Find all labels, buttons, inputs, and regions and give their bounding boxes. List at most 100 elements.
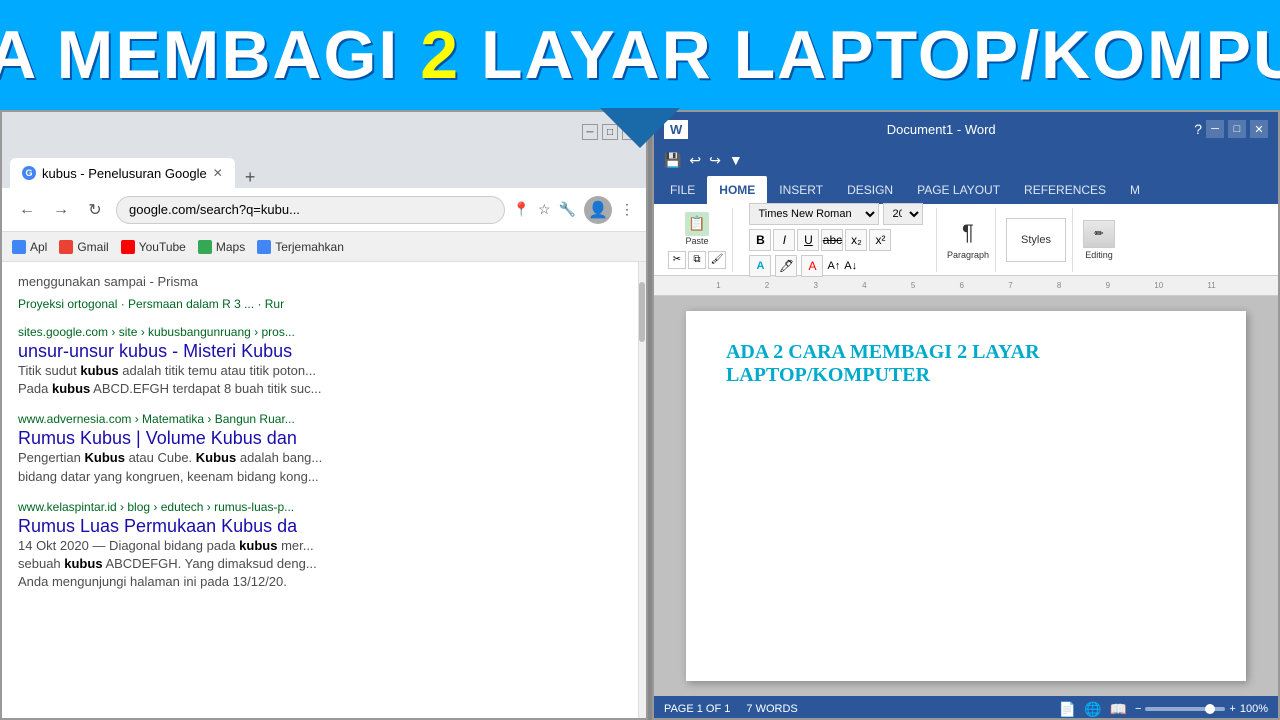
- paste-icon: 📋: [685, 212, 709, 236]
- highlight-button[interactable]: 🖊: [775, 255, 797, 277]
- tab-more[interactable]: M: [1118, 176, 1152, 204]
- bookmark-gmail[interactable]: Gmail: [59, 240, 108, 254]
- result-snippet-3: Pengertian Kubus atau Cube. Kubus adalah…: [18, 449, 630, 485]
- zoom-level-label: 100%: [1240, 703, 1268, 715]
- result-breadcrumb-1: Proyeksi ortogonal · Persmaan dalam R 3 …: [18, 297, 630, 311]
- word-page: ADA 2 CARA MEMBAGI 2 LAYAR LAPTOP/KOMPUT…: [686, 311, 1246, 681]
- bold-button[interactable]: B: [749, 229, 771, 251]
- bookmark-icon[interactable]: ☆: [538, 201, 551, 218]
- tab-references[interactable]: REFERENCES: [1012, 176, 1118, 204]
- page-count-label: PAGE 1 OF 1: [664, 703, 730, 715]
- font-name-select[interactable]: Times New Roman: [749, 203, 879, 225]
- word-restore-button[interactable]: □: [1228, 120, 1246, 138]
- word-save-icon[interactable]: 💾: [664, 152, 681, 169]
- result-title-2[interactable]: unsur-unsur kubus - Misteri Kubus: [18, 341, 292, 361]
- main-content: ─ □ ✕ G kubus - Penelusuran Google ✕ + ←…: [0, 110, 1280, 720]
- read-mode-button[interactable]: 📖: [1110, 701, 1127, 718]
- chrome-tab-active[interactable]: G kubus - Penelusuran Google ✕: [10, 158, 235, 188]
- styles-dropdown[interactable]: Styles: [1006, 218, 1066, 262]
- result-breadcrumb-3: www.advernesia.com › Matematika › Bangun…: [18, 412, 630, 426]
- tab-page-layout[interactable]: PAGE LAYOUT: [905, 176, 1012, 204]
- word-help-button[interactable]: ?: [1194, 121, 1202, 137]
- zoom-out-button[interactable]: −: [1135, 703, 1141, 715]
- status-right: 📄 🌐 📖 − + 100%: [1059, 701, 1268, 718]
- superscript-button[interactable]: x²: [869, 229, 891, 251]
- search-results: menggunakan sampai - Prisma Proyeksi ort…: [2, 262, 646, 720]
- bookmark-apl[interactable]: Apl: [12, 240, 47, 254]
- text-effects-button[interactable]: A: [749, 255, 771, 277]
- chrome-back-button[interactable]: ←: [14, 197, 40, 223]
- word-title-text: Document1 - Word: [887, 122, 996, 137]
- word-toolbar: 📋 Paste ✂ ⧉ 🖌 Times New Roman: [654, 204, 1278, 276]
- word-doc-area[interactable]: ADA 2 CARA MEMBAGI 2 LAYAR LAPTOP/KOMPUT…: [654, 296, 1278, 696]
- status-left: PAGE 1 OF 1 7 WORDS: [664, 703, 798, 715]
- tab-file[interactable]: FILE: [658, 176, 707, 204]
- zoom-in-button[interactable]: +: [1229, 703, 1235, 715]
- copy-button[interactable]: ⧉: [688, 251, 706, 269]
- top-clipped-text: menggunakan sampai - Prisma: [18, 270, 630, 289]
- word-minimize-button[interactable]: ─: [1206, 120, 1224, 138]
- bookmark-maps[interactable]: Maps: [198, 240, 245, 254]
- bookmarks-bar: Apl Gmail YouTube Maps Terjemahkan: [2, 232, 646, 262]
- chrome-refresh-button[interactable]: ↻: [82, 197, 108, 223]
- font-controls: Times New Roman 20 B I U abc x₂: [749, 203, 923, 277]
- tab-design[interactable]: DESIGN: [835, 176, 905, 204]
- result-item-4: www.kelaspintar.id › blog › edutech › ru…: [18, 500, 630, 592]
- word-close-button[interactable]: ✕: [1250, 120, 1268, 138]
- paragraph-icon: ¶: [962, 220, 974, 246]
- result-title-3[interactable]: Rumus Kubus | Volume Kubus dan: [18, 428, 297, 448]
- cut-button[interactable]: ✂: [668, 251, 686, 269]
- tab-insert[interactable]: INSERT: [767, 176, 835, 204]
- editing-button[interactable]: ✏ Editing: [1083, 220, 1115, 260]
- chrome-minimize-button[interactable]: ─: [582, 124, 598, 140]
- format-painter-button[interactable]: 🖌: [708, 251, 726, 269]
- word-redo-icon[interactable]: ↪: [709, 152, 721, 169]
- font-size-select[interactable]: 20: [883, 203, 923, 225]
- chrome-address-bar: ← → ↻ 📍 ☆ 🔧 👤 ⋮: [2, 188, 646, 232]
- vertical-scrollbar[interactable]: [638, 262, 646, 720]
- word-count-label: 7 WORDS: [746, 703, 797, 715]
- result-snippet-4: 14 Okt 2020 — Diagonal bidang pada kubus…: [18, 537, 630, 592]
- editing-label: Editing: [1085, 250, 1113, 260]
- paste-button[interactable]: 📋 Paste: [679, 211, 715, 247]
- chrome-forward-button[interactable]: →: [48, 197, 74, 223]
- result-breadcrumb-4: www.kelaspintar.id › blog › edutech › ru…: [18, 500, 630, 514]
- tab-home[interactable]: HOME: [707, 176, 767, 204]
- extension-icon[interactable]: 🔧: [559, 201, 576, 218]
- print-layout-view-button[interactable]: 📄: [1059, 701, 1076, 718]
- chrome-new-tab-button[interactable]: +: [237, 167, 264, 188]
- paragraph-section: ¶ Paragraph: [941, 208, 996, 272]
- word-title-buttons: ? ─ □ ✕: [1194, 120, 1268, 138]
- subscript-button[interactable]: x₂: [845, 229, 867, 251]
- word-quick-access-toolbar: 💾 ↩ ↪ ▼: [654, 146, 1278, 174]
- result-title-4[interactable]: Rumus Luas Permukaan Kubus da: [18, 516, 297, 536]
- web-layout-view-button[interactable]: 🌐: [1084, 701, 1101, 718]
- bookmark-terjemahkan[interactable]: Terjemahkan: [257, 240, 344, 254]
- result-item-2: sites.google.com › site › kubusbangunrua…: [18, 325, 630, 398]
- word-undo-icon[interactable]: ↩: [689, 152, 701, 169]
- font-size-increase-button[interactable]: A↑: [827, 260, 840, 272]
- editing-section: ✏ Editing: [1077, 208, 1121, 272]
- styles-section: Styles: [1000, 208, 1073, 272]
- result-breadcrumb-2: sites.google.com › site › kubusbangunrua…: [18, 325, 630, 339]
- editing-icon: ✏: [1083, 220, 1115, 248]
- italic-button[interactable]: I: [773, 229, 795, 251]
- font-color-button[interactable]: A: [801, 255, 823, 277]
- font-size-decrease-button[interactable]: A↓: [844, 260, 857, 272]
- strikethrough-button[interactable]: abc: [821, 229, 843, 251]
- clipboard-section: 📋 Paste ✂ ⧉ 🖌: [662, 208, 733, 272]
- word-quick-access-more[interactable]: ▼: [729, 152, 743, 168]
- result-snippet-2: Titik sudut kubus adalah titik temu atau…: [18, 362, 630, 398]
- underline-button[interactable]: U: [797, 229, 819, 251]
- chrome-tab-icon: G: [22, 166, 36, 180]
- bookmark-youtube[interactable]: YouTube: [121, 240, 186, 254]
- result-item-3: www.advernesia.com › Matematika › Bangun…: [18, 412, 630, 485]
- address-bar-input[interactable]: [116, 196, 505, 224]
- chrome-menu-button[interactable]: ⋮: [620, 201, 634, 218]
- chrome-tab-close-button[interactable]: ✕: [213, 166, 223, 180]
- word-window: W Document1 - Word ? ─ □ ✕ 💾 ↩ ↪ ▼ FILE …: [652, 110, 1280, 720]
- zoom-slider[interactable]: [1145, 707, 1225, 711]
- chrome-window: ─ □ ✕ G kubus - Penelusuran Google ✕ + ←…: [0, 110, 648, 720]
- chrome-profile-avatar[interactable]: 👤: [584, 196, 612, 224]
- word-ribbon-tabs: FILE HOME INSERT DESIGN PAGE LAYOUT REFE…: [654, 174, 1278, 204]
